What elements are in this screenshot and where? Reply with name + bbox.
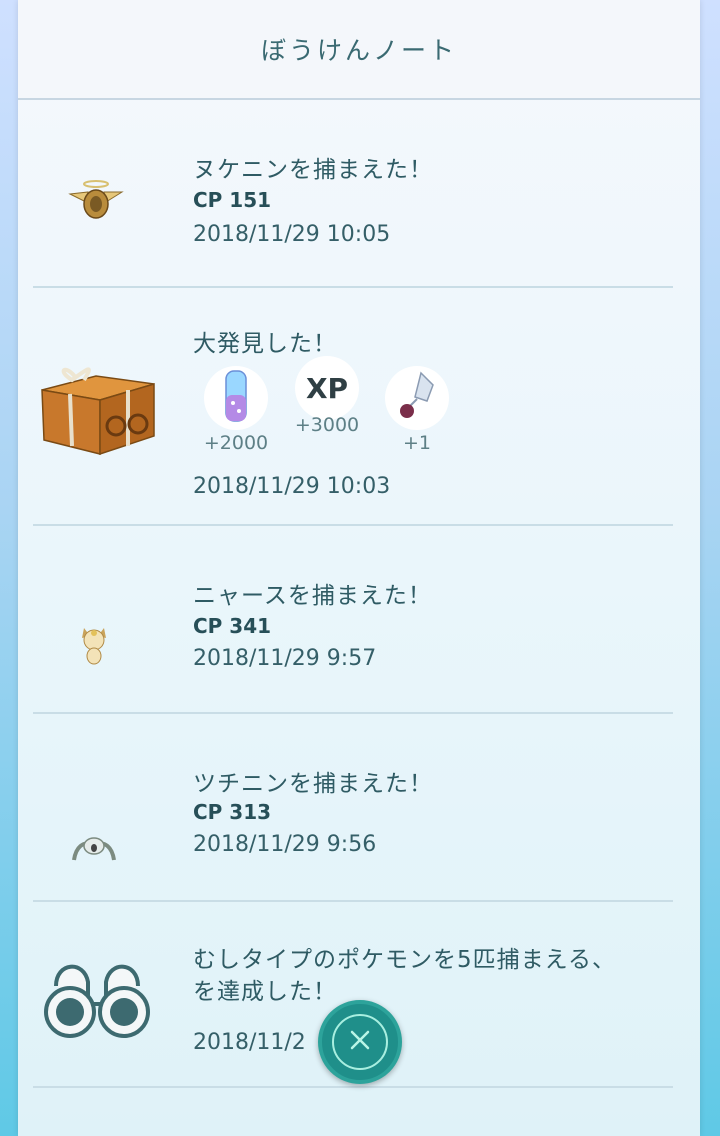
entry-timestamp: 2018/11/29 9:56 bbox=[193, 832, 377, 857]
meowth-icon bbox=[78, 624, 110, 670]
journal-entry[interactable]: ヌケニンを捕まえた！ CP 151 2018/11/29 10:05 bbox=[18, 100, 700, 288]
sinnoh-stone-icon bbox=[397, 371, 437, 425]
entry-cp: CP 151 bbox=[193, 188, 272, 212]
reward-xp: XP +3000 bbox=[287, 356, 367, 436]
entry-title: ニャースを捕まえた！ bbox=[193, 583, 432, 609]
entry-cp: CP 341 bbox=[193, 614, 272, 638]
binoculars-icon bbox=[42, 952, 152, 1044]
xp-label: XP bbox=[305, 371, 349, 405]
page-title: ぼうけんノート bbox=[260, 36, 457, 65]
reward-sinnoh-stone: +1 bbox=[377, 366, 457, 454]
reward-amount: +1 bbox=[402, 432, 431, 454]
journal-entry[interactable]: ニャースを捕まえた！ CP 341 2018/11/29 9:57 bbox=[18, 526, 700, 714]
reward-amount: +2000 bbox=[203, 432, 269, 454]
nincada-icon bbox=[70, 834, 118, 868]
entry-title-line2: を達成した！ bbox=[193, 979, 337, 1005]
entry-timestamp: 2018/11/29 10:05 bbox=[193, 222, 391, 247]
entry-timestamp: 2018/11/29 10:03 bbox=[193, 474, 391, 499]
entry-title: ヌケニンを捕まえた！ bbox=[193, 157, 433, 183]
journal-entry[interactable]: ツチニンを捕まえた！ CP 313 2018/11/29 9:56 bbox=[18, 714, 700, 902]
journal-header: ぼうけんノート bbox=[18, 0, 700, 100]
reward-amount: +3000 bbox=[294, 414, 360, 436]
close-icon bbox=[349, 1029, 371, 1055]
journal-entry[interactable]: 大発見した！ +2000 XP +3000 +1 2018/11/29 10:0… bbox=[18, 288, 700, 526]
entry-timestamp: 2018/11/2 bbox=[193, 1030, 306, 1055]
divider bbox=[33, 1086, 673, 1088]
entry-title-line1: むしタイプのポケモンを5匹捕まえる、 bbox=[193, 947, 616, 973]
gift-box-icon bbox=[36, 360, 160, 460]
entry-title: 大発見した！ bbox=[193, 331, 337, 357]
journal-panel: ぼうけんノート ヌケニンを捕まえた！ CP 151 2018/11/29 10:… bbox=[18, 0, 700, 1136]
shedinja-icon bbox=[66, 174, 126, 228]
xp-icon: XP bbox=[295, 356, 359, 420]
stardust-icon bbox=[224, 369, 248, 427]
close-button[interactable] bbox=[318, 1000, 402, 1084]
reward-stardust: +2000 bbox=[196, 366, 276, 454]
entry-cp: CP 313 bbox=[193, 800, 272, 824]
entry-timestamp: 2018/11/29 9:57 bbox=[193, 646, 377, 671]
entry-title: ツチニンを捕まえた！ bbox=[193, 771, 433, 797]
